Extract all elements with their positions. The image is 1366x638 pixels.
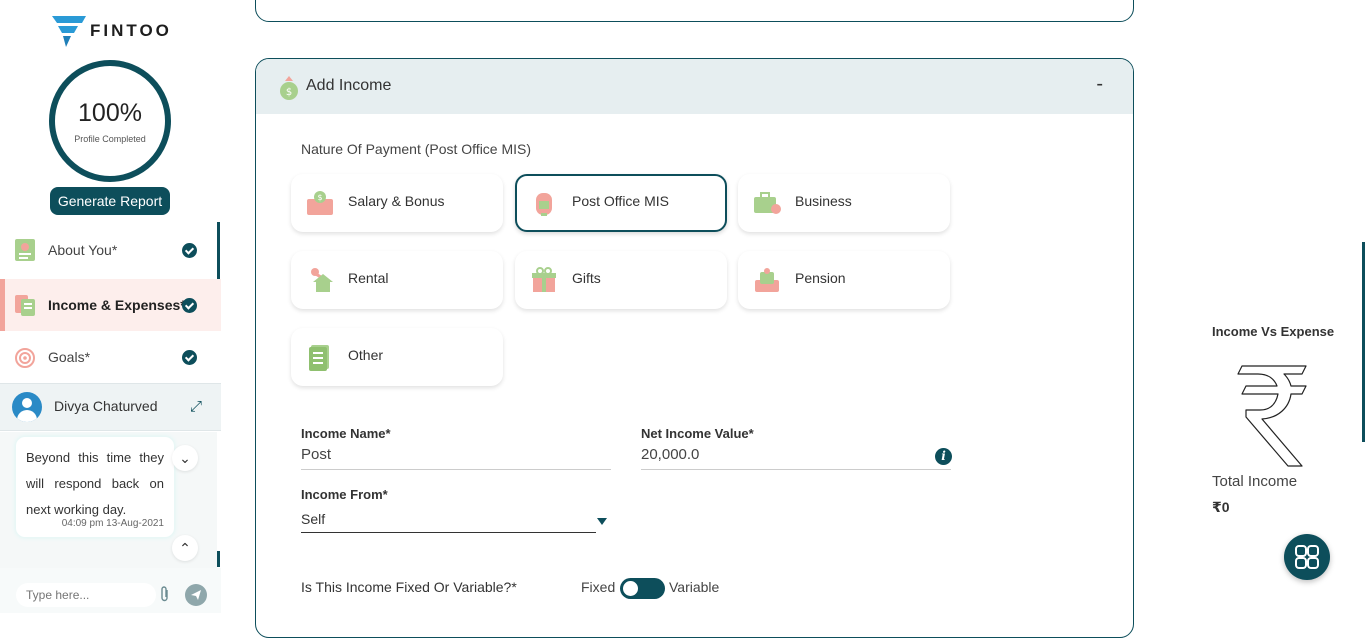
svg-text:$: $ <box>286 87 292 98</box>
total-income-label: Total Income <box>1212 473 1298 490</box>
income-option-pension[interactable]: Pension <box>738 251 950 309</box>
avatar <box>12 392 42 422</box>
income-option-salary-bonus[interactable]: $ Salary & Bonus <box>291 174 503 232</box>
about-you-icon <box>15 239 35 261</box>
income-expenses-icon <box>15 295 35 316</box>
variable-label: Variable <box>669 579 720 595</box>
net-income-label: Net Income Value* <box>641 426 754 441</box>
option-label: Gifts <box>572 270 601 286</box>
profile-percent: 100% <box>78 98 142 127</box>
completed-check-icon <box>182 349 197 365</box>
attachment-clip-icon[interactable] <box>160 586 170 605</box>
business-icon <box>754 192 781 214</box>
collapse-button[interactable]: - <box>1096 73 1103 96</box>
income-option-post-office-mis[interactable]: Post Office MIS <box>515 174 727 232</box>
expand-icon[interactable]: ⤢ <box>190 399 206 415</box>
completed-check-icon <box>182 242 197 258</box>
fintoo-logo-icon <box>52 16 86 47</box>
sidebar-item-income-expenses[interactable]: Income & Expenses* <box>0 279 221 331</box>
nature-of-payment-label: Nature Of Payment (Post Office MIS) <box>301 141 532 157</box>
rental-icon <box>311 268 333 292</box>
toggle-knob <box>623 581 638 596</box>
chat-input-row <box>0 568 221 613</box>
net-income-input[interactable]: 20,000.0 <box>641 446 951 470</box>
total-income-value: ₹0 <box>1212 499 1230 515</box>
profile-progress-ring: 100% Profile Completed <box>49 60 171 182</box>
salary-bonus-icon: $ <box>307 191 333 215</box>
sidebar-item-label: About You* <box>48 242 118 258</box>
generate-report-button[interactable]: Generate Report <box>50 187 170 215</box>
goals-icon <box>15 348 35 368</box>
income-from-label: Income From* <box>301 487 388 502</box>
chat-scroll-rail <box>217 551 220 567</box>
dropdown-caret-icon[interactable] <box>597 518 607 525</box>
sidebar-item-goals[interactable]: Goals* <box>0 331 221 383</box>
sidebar-item-label: Goals* <box>48 349 91 365</box>
income-option-business[interactable]: Business <box>738 174 950 232</box>
gifts-icon <box>532 267 556 292</box>
fixed-variable-toggle[interactable] <box>620 578 665 599</box>
income-option-gifts[interactable]: Gifts <box>515 251 727 309</box>
svg-text:$: $ <box>317 193 322 202</box>
option-label: Post Office MIS <box>572 193 669 209</box>
chat-message-bubble: Beyond this time they will respond back … <box>15 436 175 538</box>
sidebar-item-about-you[interactable]: About You* <box>0 224 221 276</box>
pension-icon <box>755 268 779 292</box>
fixed-label: Fixed <box>581 579 616 595</box>
income-option-rental[interactable]: Rental <box>291 251 503 309</box>
income-name-label: Income Name* <box>301 426 391 441</box>
page-scrollbar[interactable] <box>1362 242 1365 442</box>
chevron-down-icon[interactable]: ⌄ <box>172 445 198 471</box>
rupee-icon <box>1237 365 1307 467</box>
send-icon[interactable] <box>185 584 207 606</box>
chat-header: Divya Chaturved ⤢ <box>0 383 221 431</box>
fixed-variable-question: Is This Income Fixed Or Variable?* <box>301 579 517 595</box>
post-office-icon <box>536 193 552 216</box>
info-icon[interactable]: i <box>935 448 952 465</box>
income-name-input[interactable]: Post <box>301 446 611 470</box>
add-income-header[interactable]: $ Add Income - <box>256 59 1133 114</box>
chat-message-timestamp: 04:09 pm 13-Aug-2021 <box>61 518 164 529</box>
option-label: Other <box>348 347 384 363</box>
chat-message-input[interactable] <box>16 583 156 607</box>
sidebar-item-label: Income & Expenses* <box>48 297 186 313</box>
option-label: Business <box>795 193 852 209</box>
other-icon <box>309 345 329 371</box>
income-from-select[interactable]: Self <box>301 511 596 533</box>
apps-grid-button[interactable] <box>1284 534 1330 580</box>
income-option-other[interactable]: Other <box>291 328 503 386</box>
add-income-card: $ Add Income - Nature Of Payment (Post O… <box>255 58 1134 638</box>
option-label: Pension <box>795 270 846 286</box>
option-label: Salary & Bonus <box>348 193 445 209</box>
chat-agent-name: Divya Chaturved <box>54 398 158 414</box>
sidebar: FINTOO 100% Profile Completed Generate R… <box>0 0 221 613</box>
chat-message-area: Beyond this time they will respond back … <box>0 432 217 568</box>
previous-section-card <box>255 0 1134 22</box>
brand-name: FINTOO <box>90 21 172 40</box>
option-label: Rental <box>348 270 389 286</box>
chat-message-text: Beyond this time they will respond back … <box>26 450 164 517</box>
fintoo-logo[interactable]: FINTOO <box>52 14 172 48</box>
profile-completed-label: Profile Completed <box>74 133 146 144</box>
income-vs-expense-title: Income Vs Expense <box>1212 324 1335 339</box>
money-bag-icon: $ <box>280 76 298 100</box>
chevron-up-icon[interactable]: ⌃ <box>172 535 198 561</box>
card-title: Add Income <box>306 77 392 94</box>
grid-icon <box>1295 545 1319 569</box>
completed-check-icon <box>182 297 197 313</box>
